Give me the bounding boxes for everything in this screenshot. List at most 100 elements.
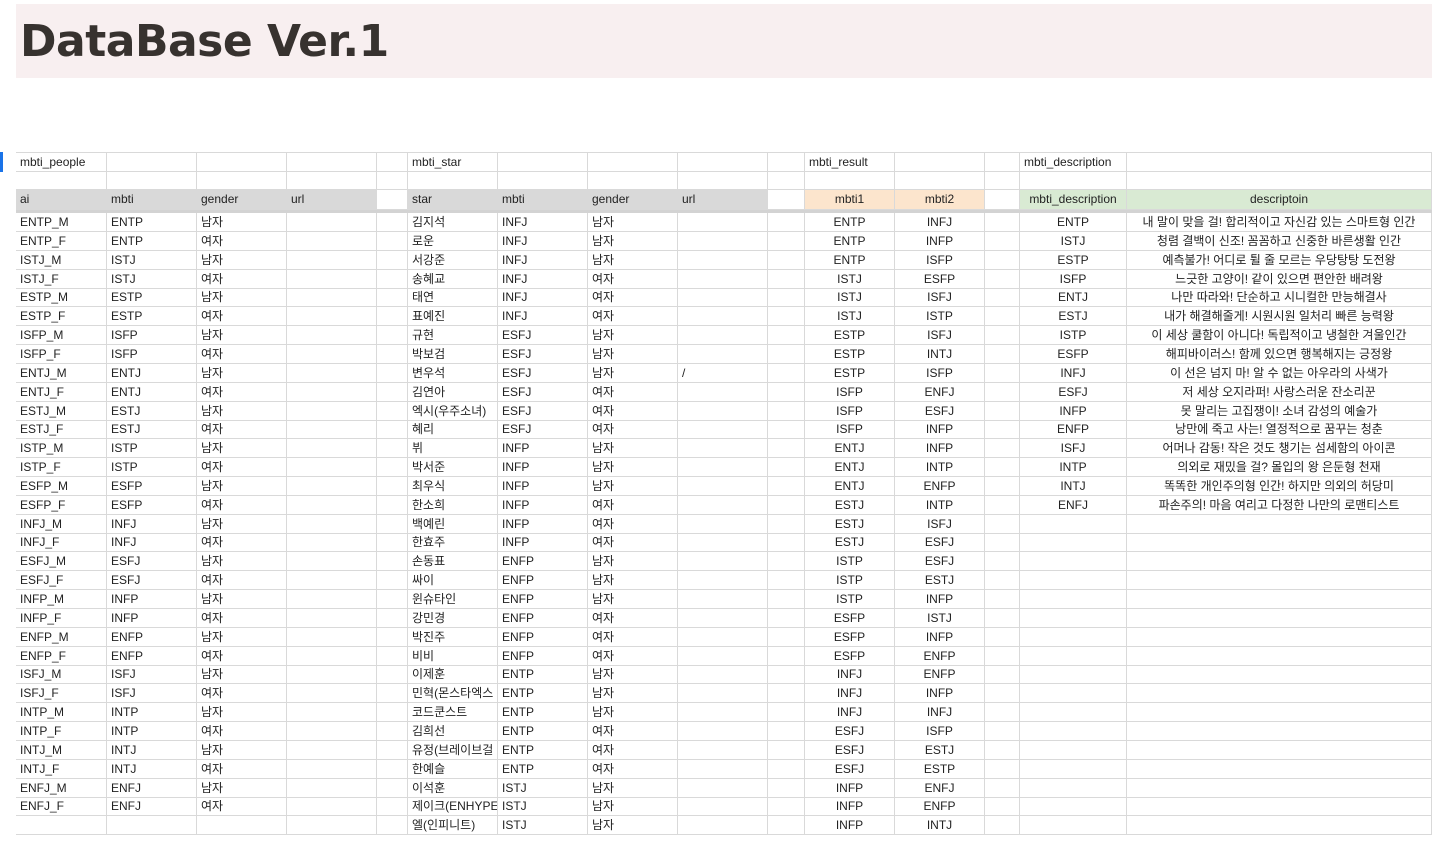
table-cell[interactable]: INFJ — [107, 533, 197, 553]
table-cell[interactable]: ESFJ — [895, 533, 985, 553]
table-cell[interactable]: ESFJ — [805, 759, 895, 779]
table-cell[interactable] — [1127, 703, 1432, 723]
table-cell[interactable]: ENFJ — [895, 778, 985, 798]
table-cell[interactable]: ISFJ — [1020, 439, 1127, 459]
table-cell[interactable]: ENTJ — [805, 476, 895, 496]
table-cell[interactable]: 여자 — [197, 571, 287, 591]
table-cell[interactable] — [287, 778, 377, 798]
table-cell[interactable] — [1020, 646, 1127, 666]
table-cell[interactable] — [377, 363, 408, 383]
table-cell[interactable]: INFJ — [498, 250, 588, 270]
table-cell[interactable]: 남자 — [588, 571, 678, 591]
table-cell[interactable]: ESFJ — [498, 382, 588, 402]
table-cell[interactable] — [287, 665, 377, 685]
table-cell[interactable] — [678, 778, 768, 798]
table-cell[interactable]: ESFJ — [498, 363, 588, 383]
table-cell[interactable] — [985, 213, 1020, 232]
table-cell[interactable]: ESFJ — [805, 721, 895, 741]
table-cell[interactable]: INTP — [895, 458, 985, 478]
table-cell[interactable] — [287, 608, 377, 628]
table-cell[interactable]: ESTJ — [805, 514, 895, 534]
table-cell[interactable]: ISFP — [1020, 269, 1127, 289]
table-cell[interactable] — [678, 608, 768, 628]
table-cell[interactable]: 남자 — [588, 231, 678, 251]
title-cell[interactable] — [985, 153, 1020, 172]
table-cell[interactable] — [287, 552, 377, 572]
empty-cell[interactable] — [678, 171, 768, 190]
table-cell[interactable]: ENTP — [107, 231, 197, 251]
table-cell[interactable]: ISFJ_F — [16, 684, 107, 704]
table-cell[interactable] — [287, 759, 377, 779]
table-cell[interactable]: ESTP_F — [16, 307, 107, 327]
table-cell[interactable]: ENFP — [498, 590, 588, 609]
table-cell[interactable] — [377, 514, 408, 534]
table-cell[interactable]: ESFJ — [805, 740, 895, 760]
table-cell[interactable]: 남자 — [197, 401, 287, 421]
table-cell[interactable]: INFP — [498, 495, 588, 515]
table-cell[interactable] — [985, 401, 1020, 421]
table-cell[interactable]: ISFJ — [895, 514, 985, 534]
table-cell[interactable] — [768, 608, 805, 628]
empty-cell[interactable] — [985, 171, 1020, 190]
table-cell[interactable]: 유정(브레이브걸 — [408, 740, 498, 760]
table-cell[interactable]: ESFJ — [895, 552, 985, 572]
table-cell[interactable]: 여자 — [197, 797, 287, 817]
table-cell[interactable]: INFP — [498, 439, 588, 459]
table-cell[interactable]: ENFJ — [1020, 495, 1127, 515]
title-cell[interactable] — [678, 153, 768, 172]
table-cell[interactable] — [1020, 797, 1127, 817]
table-cell[interactable]: 한예슬 — [408, 759, 498, 779]
table-cell[interactable] — [287, 571, 377, 591]
table-cell[interactable]: ENFP — [498, 646, 588, 666]
table-cell[interactable] — [678, 721, 768, 741]
table-cell[interactable]: 강민경 — [408, 608, 498, 628]
table-cell[interactable]: INFJ — [805, 703, 895, 723]
table-cell[interactable]: 여자 — [197, 684, 287, 704]
table-cell[interactable]: ISTJ — [805, 307, 895, 327]
table-cell[interactable] — [985, 703, 1020, 723]
column-header[interactable] — [377, 190, 408, 210]
table-cell[interactable]: ESFJ — [895, 401, 985, 421]
table-cell[interactable] — [768, 816, 805, 836]
table-cell[interactable]: ESFP_F — [16, 495, 107, 515]
table-cell[interactable] — [287, 231, 377, 251]
table-cell[interactable] — [678, 759, 768, 779]
table-cell[interactable]: ESFP — [805, 627, 895, 647]
table-cell[interactable]: ISTP — [1020, 326, 1127, 346]
table-cell[interactable]: 남자 — [588, 797, 678, 817]
table-cell[interactable] — [768, 684, 805, 704]
table-cell[interactable] — [768, 420, 805, 440]
table-cell[interactable]: ISFP_M — [16, 326, 107, 346]
table-cell[interactable] — [678, 326, 768, 346]
table-cell[interactable]: 여자 — [197, 382, 287, 402]
column-header[interactable]: gender — [197, 190, 287, 210]
table-cell[interactable] — [678, 514, 768, 534]
table-cell[interactable] — [287, 250, 377, 270]
table-cell[interactable]: ESFP — [107, 476, 197, 496]
table-cell[interactable] — [1127, 684, 1432, 704]
table-cell[interactable] — [377, 627, 408, 647]
table-cell[interactable]: 남자 — [197, 213, 287, 232]
table-cell[interactable]: INFP — [498, 514, 588, 534]
table-cell[interactable]: ESFP — [805, 608, 895, 628]
table-cell[interactable]: 비비 — [408, 646, 498, 666]
table-cell[interactable]: 남자 — [588, 458, 678, 478]
table-cell[interactable]: ESFP — [805, 646, 895, 666]
title-cell[interactable] — [895, 153, 985, 172]
table-cell[interactable] — [768, 665, 805, 685]
title-cell[interactable] — [1127, 153, 1432, 172]
table-cell[interactable] — [678, 665, 768, 685]
table-cell[interactable]: INFP — [895, 684, 985, 704]
table-cell[interactable] — [678, 269, 768, 289]
table-cell[interactable]: INTP — [895, 495, 985, 515]
empty-cell[interactable] — [287, 171, 377, 190]
table-cell[interactable]: 남자 — [197, 627, 287, 647]
table-cell[interactable] — [985, 627, 1020, 647]
table-cell[interactable] — [287, 439, 377, 459]
table-cell[interactable] — [377, 326, 408, 346]
table-cell[interactable]: INFP — [895, 590, 985, 609]
table-cell[interactable] — [1020, 721, 1127, 741]
table-cell[interactable] — [377, 401, 408, 421]
table-cell[interactable]: 남자 — [197, 326, 287, 346]
table-cell[interactable]: ISTP_F — [16, 458, 107, 478]
